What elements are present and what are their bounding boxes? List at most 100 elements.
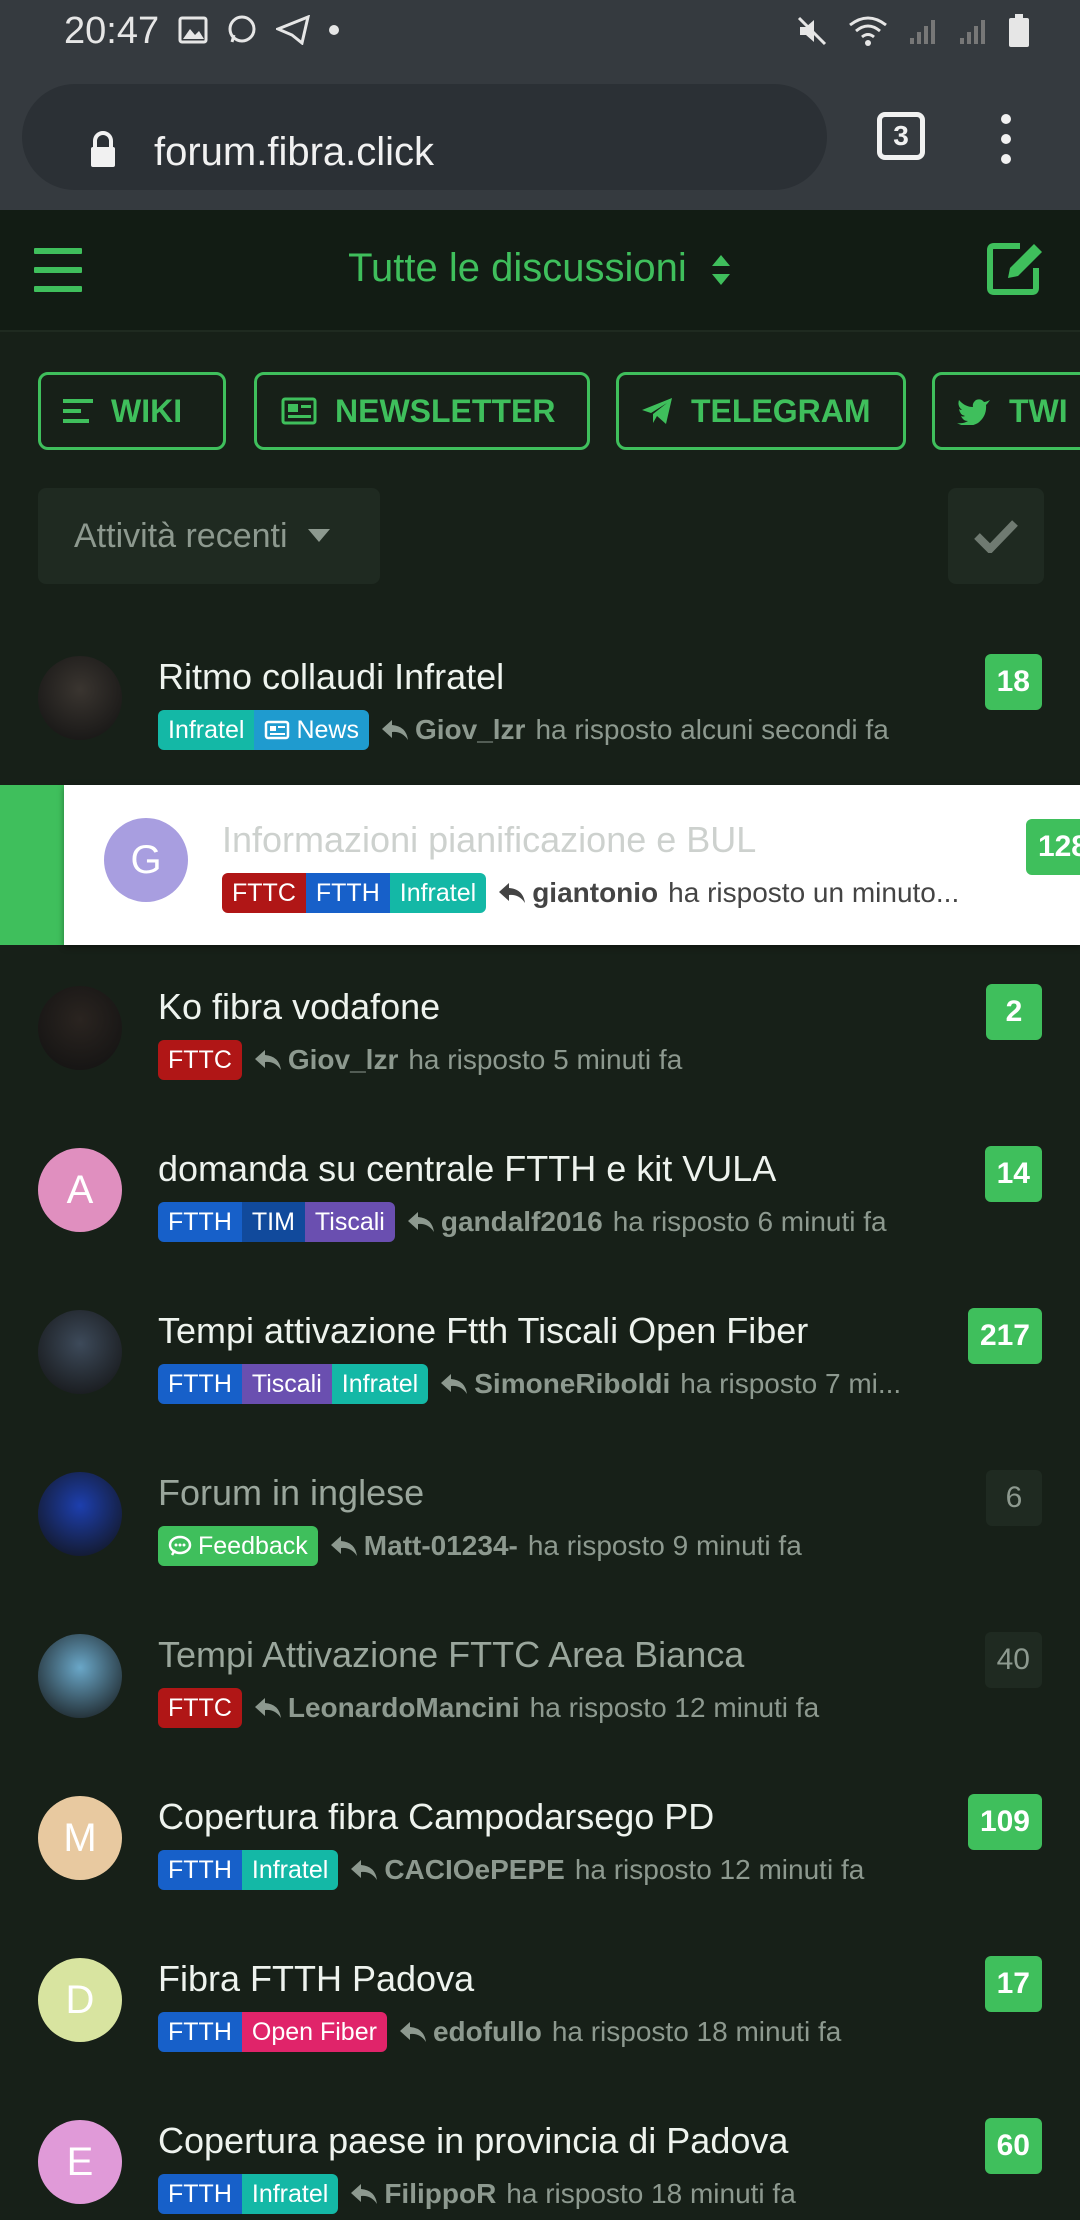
last-poster[interactable]: FilippoR [384, 2178, 496, 2210]
last-poster[interactable]: Giov_lzr [288, 1044, 398, 1076]
tag-group: FTTH TIM Tiscali [158, 1202, 395, 1242]
tag-badge[interactable]: Feedback [158, 1526, 318, 1566]
tag-label: Infratel [251, 2180, 329, 2208]
status-time: 20:47 [64, 10, 160, 52]
tag-badge[interactable]: Infratel [331, 1364, 429, 1404]
avatar[interactable] [38, 986, 122, 1070]
tag-badge[interactable]: Infratel [241, 2174, 339, 2214]
compose-icon[interactable] [986, 238, 1046, 296]
avatar[interactable]: D [38, 1958, 122, 2042]
mark-all-read-button[interactable] [948, 488, 1044, 584]
tag-group: Feedback [158, 1526, 318, 1566]
last-poster[interactable]: Matt-01234- [364, 1530, 518, 1562]
tag-badge[interactable]: TIM [241, 1202, 305, 1242]
dot-icon [329, 25, 339, 35]
page-title: Tutte le discussioni [348, 246, 687, 290]
tag-label: Infratel [399, 879, 477, 907]
last-poster[interactable]: LeonardoMancini [288, 1692, 520, 1724]
tab-switcher-button[interactable]: 3 [877, 112, 925, 160]
discussion-title[interactable]: Ko fibra vodafone [158, 986, 440, 1028]
battery-icon [1009, 14, 1029, 47]
avatar[interactable]: A [38, 1148, 122, 1232]
tag-badge[interactable]: FTTH [158, 1364, 242, 1404]
avatar[interactable]: M [38, 1796, 122, 1880]
discussion-title[interactable]: Informazioni pianificazione e BUL [222, 819, 756, 861]
discussion-row[interactable]: E Copertura paese in provincia di Padova F… [0, 2074, 1080, 2220]
comment-icon [168, 1535, 192, 1556]
tag-group: Infratel News [158, 710, 369, 750]
discussion-row[interactable]: Ritmo collaudi Infratel Infratel News Giov_… [0, 610, 1080, 770]
discussion-row[interactable]: M Copertura fibra Campodarsego PD FTTH Infr… [0, 1750, 1080, 1910]
reply-count-badge: 17 [984, 1956, 1042, 2012]
activity-text: ha risposto 12 minuti fa [529, 1692, 820, 1723]
sort-dropdown[interactable]: Attività recenti [38, 488, 380, 584]
discussion-filter-dropdown[interactable]: Tutte le discussioni [0, 246, 1080, 291]
tag-badge[interactable]: Tiscali [304, 1202, 395, 1242]
reply-icon [399, 2022, 426, 2042]
tag-badge[interactable]: FTTC [158, 1688, 242, 1728]
tag-badge[interactable]: Open Fiber [241, 2012, 387, 2052]
last-poster[interactable]: CACIOePEPE [384, 1854, 565, 1886]
avatar[interactable]: E [38, 2120, 122, 2204]
discussion-row[interactable]: Ko fibra vodafone FTTC Giov_lzr ha risposto… [0, 940, 1080, 1100]
avatar[interactable] [38, 1634, 122, 1718]
tag-badge[interactable]: Infratel [158, 710, 255, 750]
activity-text: ha risposto 18 minuti fa [506, 2178, 796, 2209]
gallery-icon [178, 16, 208, 44]
discussion-row[interactable]: G Informazioni pianificazione e BUL FTTC FT… [64, 785, 1080, 945]
telegram-button[interactable]: TELEGRAM [616, 372, 906, 450]
tag-label: FTTH [168, 1208, 232, 1236]
avatar[interactable] [38, 1310, 122, 1394]
discussion-title[interactable]: Copertura paese in provincia di Padova [158, 2120, 788, 2162]
reply-icon [407, 1212, 434, 1232]
tag-badge[interactable]: Tiscali [241, 1364, 332, 1404]
tag-badge[interactable]: FTTC [158, 1040, 242, 1080]
address-bar[interactable]: forum.fibra.click [22, 84, 827, 190]
tag-label: TIM [251, 1208, 295, 1236]
tag-label: Infratel [341, 1370, 419, 1398]
discussion-row[interactable]: D Fibra FTTH Padova FTTH Open Fiber edofullo… [0, 1912, 1080, 2072]
discussion-row[interactable]: Tempi attivazione Ftth Tiscali Open Fibe… [0, 1264, 1080, 1424]
wiki-button[interactable]: WIKI [38, 372, 226, 450]
tag-badge[interactable]: FTTH [158, 2012, 242, 2052]
avatar[interactable] [38, 656, 122, 740]
twitter-button[interactable]: TWI [932, 372, 1080, 450]
discussion-row[interactable]: Adomanda su centrale FTTH e kit VULA FTTH… [0, 1102, 1080, 1262]
avatar[interactable]: G [104, 818, 188, 902]
tag-badge[interactable]: News [254, 710, 369, 750]
activity-text: ha risposto 9 minuti fa [527, 1530, 802, 1561]
tag-badge[interactable]: FTTH [158, 1202, 242, 1242]
tag-label: FTTC [232, 879, 296, 907]
last-poster[interactable]: Giov_lzr [415, 714, 525, 746]
discussion-row[interactable]: Forum in inglese Feedback Matt-01234- ha ri… [0, 1426, 1080, 1586]
tag-label: FTTC [168, 1694, 232, 1722]
tag-badge[interactable]: FTTC [222, 873, 306, 913]
reply-icon [330, 1536, 357, 1556]
tag-label: FTTH [168, 1856, 232, 1884]
sort-caret-icon [711, 255, 730, 286]
last-poster[interactable]: SimoneRiboldi [474, 1368, 670, 1400]
discussion-title[interactable]: Forum in inglese [158, 1472, 424, 1514]
last-poster[interactable]: giantonio [532, 877, 658, 909]
list-icon [63, 399, 93, 423]
tag-group: FTTC FTTH Infratel [222, 873, 487, 913]
discussion-title[interactable]: Tempi attivazione Ftth Tiscali Open Fibe… [158, 1310, 808, 1352]
discussion-title[interactable]: Copertura fibra Campodarsego PD [158, 1796, 714, 1838]
discussion-row[interactable]: Tempi Attivazione FTTC Area Bianca FTTC Le… [0, 1588, 1080, 1748]
tag-badge[interactable]: FTTH [305, 873, 390, 913]
tag-badge[interactable]: FTTH [158, 2174, 242, 2214]
discussion-title[interactable]: Fibra FTTH Padova [158, 1958, 474, 2000]
discussion-title[interactable]: Ritmo collaudi Infratel [158, 656, 504, 698]
reply-icon [254, 1698, 281, 1718]
discussion-title[interactable]: domanda su centrale FTTH e kit VULA [158, 1148, 776, 1190]
last-poster[interactable]: edofullo [433, 2016, 542, 2048]
avatar[interactable] [38, 1472, 122, 1556]
tag-badge[interactable]: FTTH [158, 1850, 242, 1890]
tag-badge[interactable]: Infratel [241, 1850, 339, 1890]
last-poster[interactable]: gandalf2016 [441, 1206, 603, 1238]
browser-menu-icon[interactable] [996, 114, 1016, 164]
discussion-title[interactable]: Tempi Attivazione FTTC Area Bianca [158, 1634, 744, 1676]
newsletter-button[interactable]: NEWSLETTER [254, 372, 590, 450]
activity-text: ha risposto 6 minuti fa [612, 1206, 887, 1237]
tag-badge[interactable]: Infratel [389, 873, 487, 913]
